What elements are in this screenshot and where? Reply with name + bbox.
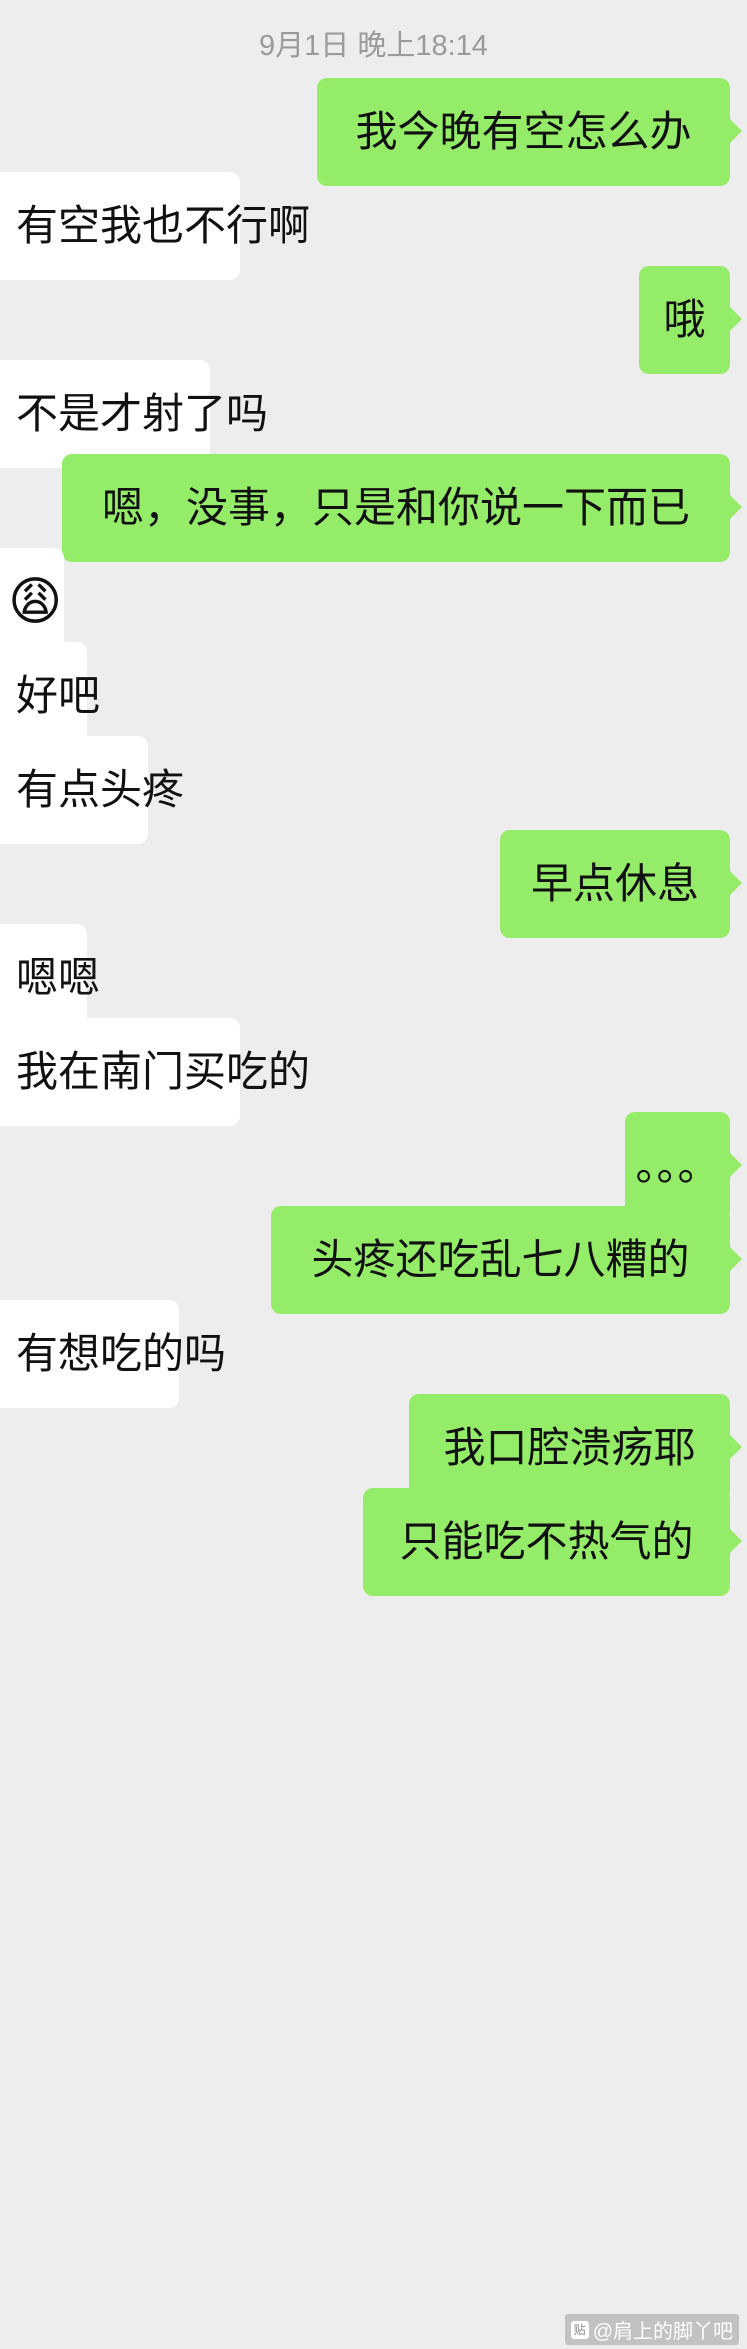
message-bubble-outgoing[interactable]: 。。。	[625, 1112, 742, 1220]
message-text: 嗯嗯	[16, 953, 101, 1002]
message-text: 有想吃的吗	[16, 1329, 227, 1378]
message-bubble-incoming[interactable]: 不是才射了吗	[0, 360, 268, 468]
message-text: 我今晚有空怎么办	[355, 107, 692, 156]
message-bubble-incoming[interactable]: 好吧	[0, 642, 100, 750]
message-text: 哦	[663, 295, 706, 344]
message-text: 只能吃不热气的	[399, 1517, 694, 1566]
message-bubble-outgoing[interactable]: 哦	[639, 266, 742, 374]
watermark: 贴 @肩上的脚丫吧	[564, 2314, 739, 2345]
message-text: 我在南门买吃的	[16, 1047, 311, 1096]
message-bubble-outgoing[interactable]: 头疼还吃乱七八糟的	[271, 1206, 742, 1314]
watermark-text: @肩上的脚丫吧	[592, 2321, 733, 2343]
message-bubble-outgoing[interactable]: 早点休息	[500, 830, 742, 938]
message-bubble-outgoing[interactable]: 只能吃不热气的	[363, 1488, 742, 1596]
message-text: 好吧	[16, 671, 101, 720]
message-text: 有点头疼	[16, 765, 185, 814]
message-bubble-outgoing[interactable]: 我口腔溃疡耶	[409, 1394, 742, 1502]
message-bubble-outgoing[interactable]: 嗯，没事，只是和你说一下而已	[62, 454, 742, 562]
message-text: 早点休息	[530, 859, 699, 908]
message-bubble-incoming[interactable]: 有点头疼	[0, 736, 184, 844]
message-text: 不是才射了吗	[16, 389, 269, 438]
message-text: 我口腔溃疡耶	[443, 1423, 696, 1472]
tieba-logo-icon: 贴	[570, 2320, 589, 2339]
message-bubble-outgoing[interactable]: 我今晚有空怎么办	[317, 78, 742, 186]
message-bubble-incoming[interactable]: 有空我也不行啊	[0, 172, 310, 280]
message-bubble-incoming[interactable]: 我在南门买吃的	[0, 1018, 310, 1126]
message-text: 嗯，没事，只是和你说一下而已	[101, 483, 690, 532]
message-text: 。。。	[635, 1141, 720, 1190]
message-bubble-incoming[interactable]: 😩	[0, 548, 64, 656]
message-bubble-incoming[interactable]: 有想吃的吗	[0, 1300, 226, 1408]
message-text: 头疼还吃乱七八糟的	[311, 1235, 690, 1284]
timestamp: 9月1日 晚上18:14	[259, 30, 488, 62]
face-palm-emoji-icon: 😩	[8, 572, 63, 632]
message-bubble-incoming[interactable]: 嗯嗯	[0, 924, 100, 1032]
message-text: 有空我也不行啊	[16, 201, 311, 250]
